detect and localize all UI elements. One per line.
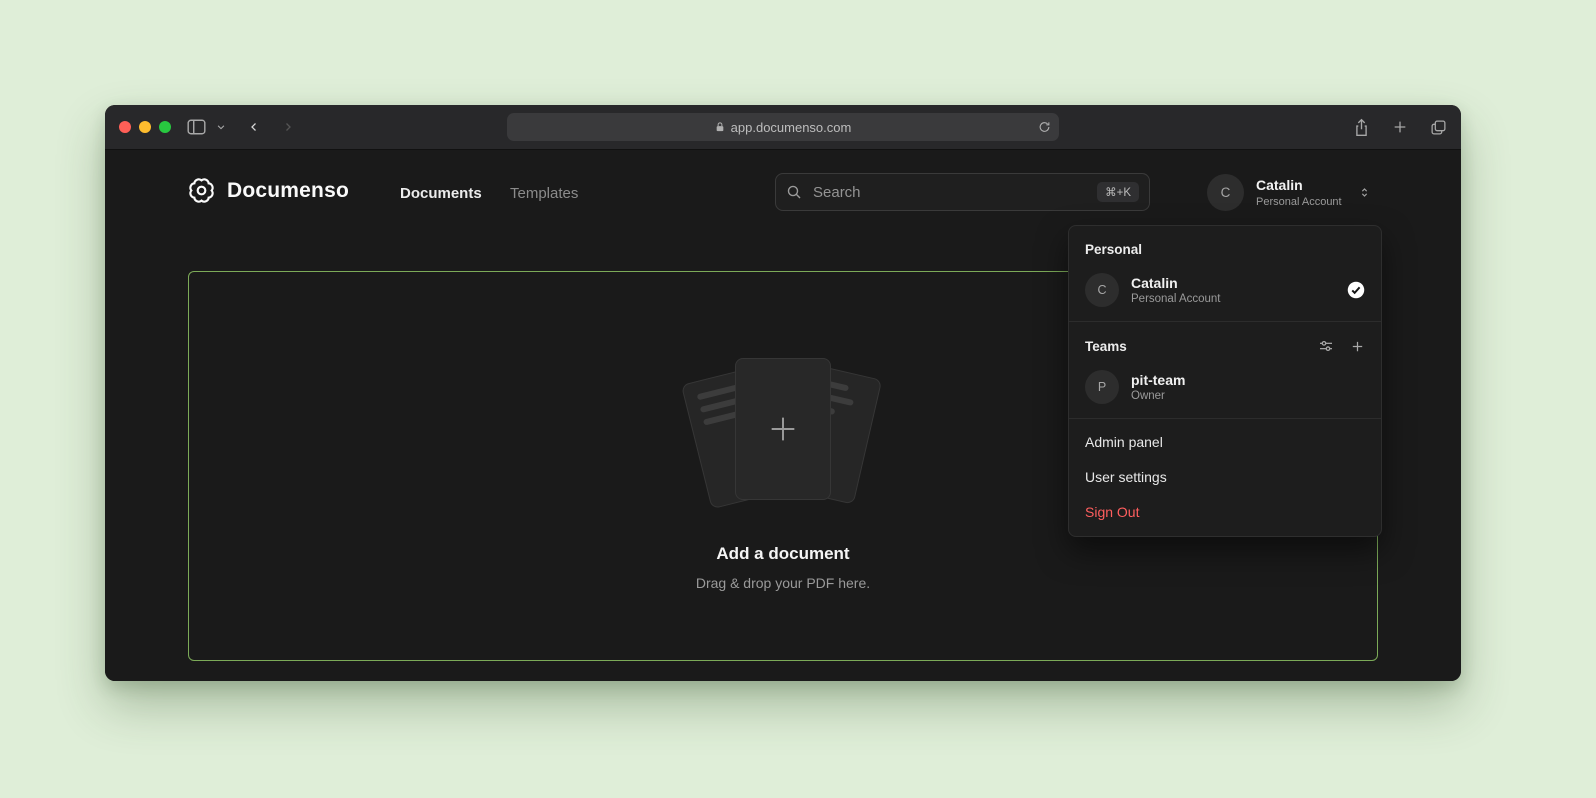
menu-divider [1069, 321, 1381, 322]
lock-icon [715, 121, 725, 133]
plus-icon [1392, 119, 1408, 135]
dropzone-subtitle: Drag & drop your PDF here. [696, 575, 870, 591]
browser-toolbar: app.documenso.com [105, 105, 1461, 150]
share-icon [1353, 118, 1370, 137]
dropzone-title: Add a document [716, 544, 849, 564]
chevron-right-icon [282, 118, 294, 136]
personal-section-label: Personal [1069, 232, 1381, 265]
search-input[interactable] [811, 183, 1088, 202]
sidebar-icon [187, 119, 206, 135]
documents-illustration [673, 356, 893, 508]
account-name: Catalin [1256, 177, 1342, 193]
brand[interactable]: Documenso [188, 177, 349, 204]
menu-divider [1069, 418, 1381, 419]
team-name: pit-team [1131, 372, 1185, 389]
team-role: Owner [1131, 390, 1185, 402]
nav-documents[interactable]: Documents [400, 185, 482, 202]
plus-icon [1350, 339, 1365, 354]
account-dropdown-menu: Personal C Catalin Personal Account Team… [1068, 225, 1382, 537]
account-menu-trigger[interactable]: C Catalin Personal Account [1207, 174, 1371, 211]
sidebar-toggle-button[interactable] [187, 119, 206, 135]
tab-overview-button[interactable] [1430, 119, 1447, 136]
reload-icon [1038, 121, 1051, 134]
teams-section-label: Teams [1085, 339, 1127, 354]
account-avatar: C [1207, 174, 1244, 211]
zoom-window-button[interactable] [159, 121, 171, 133]
minimize-window-button[interactable] [139, 121, 151, 133]
plus-icon [766, 412, 800, 446]
share-button[interactable] [1353, 118, 1370, 137]
personal-account-avatar: C [1085, 273, 1119, 307]
back-button[interactable] [248, 118, 260, 136]
selected-check-icon [1347, 281, 1365, 299]
teams-section-header: Teams [1069, 328, 1381, 362]
search-icon [786, 184, 802, 200]
create-team-button[interactable] [1350, 339, 1365, 354]
documenso-logo-icon [188, 177, 215, 204]
admin-panel-menu-item[interactable]: Admin panel [1069, 425, 1381, 460]
url-text: app.documenso.com [731, 120, 852, 135]
sign-out-menu-item[interactable]: Sign Out [1069, 495, 1381, 530]
sliders-icon [1318, 338, 1334, 354]
personal-account-item[interactable]: C Catalin Personal Account [1069, 265, 1381, 315]
new-tab-button[interactable] [1392, 119, 1408, 135]
close-window-button[interactable] [119, 121, 131, 133]
personal-account-subtitle: Personal Account [1131, 293, 1221, 305]
sidebar-menu-button[interactable] [216, 122, 226, 132]
manage-teams-button[interactable] [1318, 338, 1334, 354]
illustration-card-front [735, 358, 831, 500]
chevron-down-icon [216, 122, 226, 132]
chevron-left-icon [248, 118, 260, 136]
forward-button[interactable] [282, 118, 294, 136]
account-subtitle: Personal Account [1256, 196, 1342, 208]
tabs-icon [1430, 119, 1447, 136]
brand-name: Documenso [227, 179, 349, 203]
personal-account-name: Catalin [1131, 275, 1221, 292]
nav-templates[interactable]: Templates [510, 185, 578, 202]
address-bar[interactable]: app.documenso.com [507, 113, 1059, 141]
chevrons-up-down-icon [1358, 185, 1371, 200]
traffic-lights [119, 121, 171, 133]
reload-button[interactable] [1038, 121, 1051, 134]
app-page: Documenso Documents Templates ⌘+K C Cata… [105, 150, 1461, 681]
search-shortcut-badge: ⌘+K [1097, 182, 1139, 202]
browser-window: app.documenso.com [105, 105, 1461, 681]
search-box[interactable]: ⌘+K [775, 173, 1150, 211]
team-item[interactable]: P pit-team Owner [1069, 362, 1381, 412]
team-avatar: P [1085, 370, 1119, 404]
user-settings-menu-item[interactable]: User settings [1069, 460, 1381, 495]
